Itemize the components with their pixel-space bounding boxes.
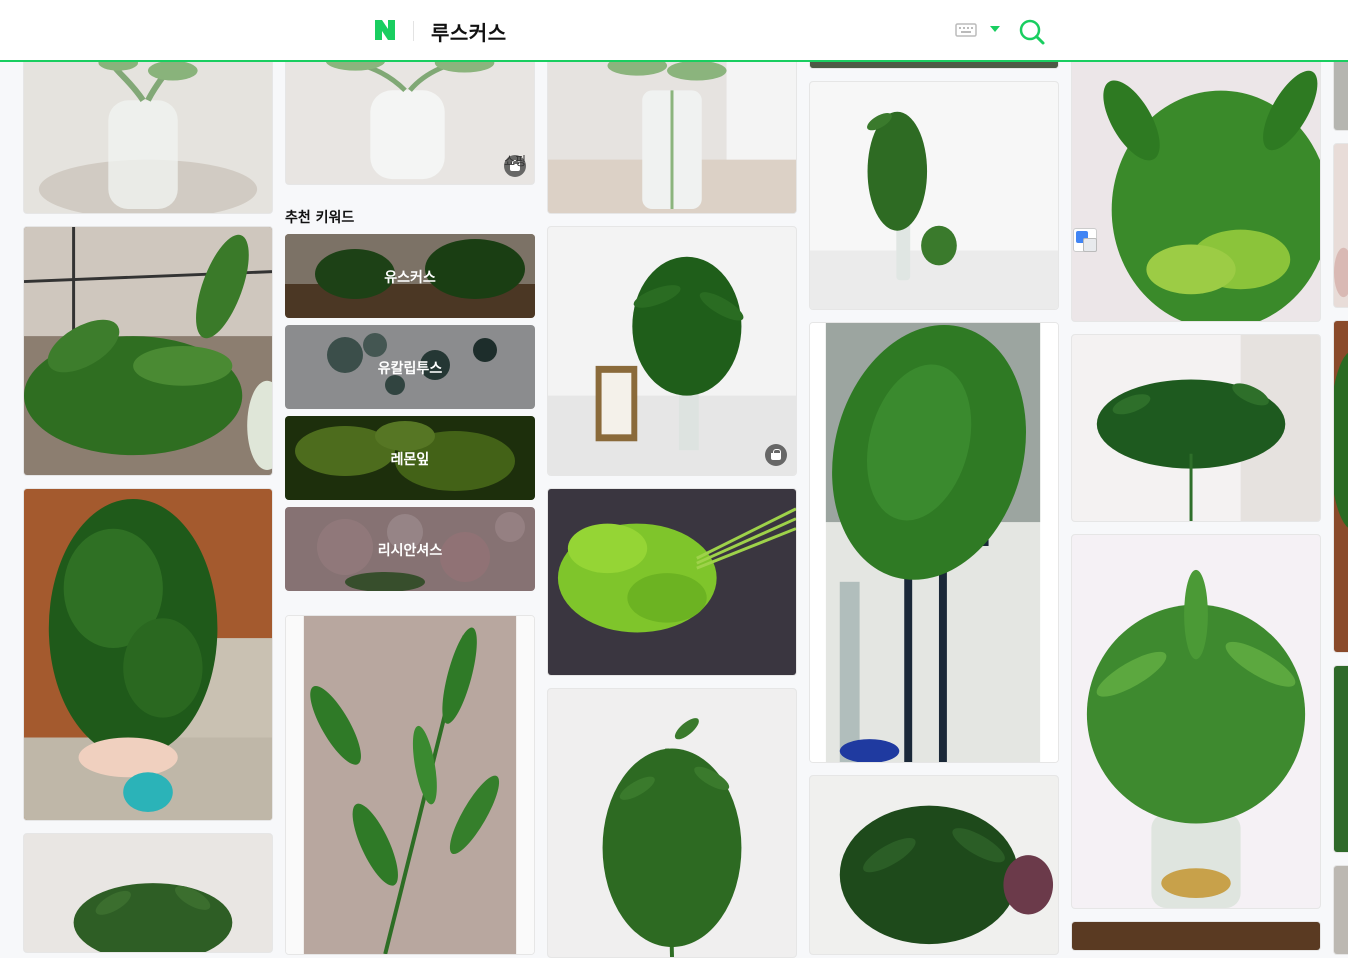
image-result[interactable] bbox=[23, 40, 273, 214]
image-result[interactable] bbox=[285, 615, 535, 955]
keyboard-icon[interactable] bbox=[955, 22, 977, 38]
image-result[interactable] bbox=[1333, 865, 1348, 955]
image-result[interactable] bbox=[547, 488, 797, 676]
image-result[interactable] bbox=[547, 40, 797, 214]
image-result[interactable] bbox=[1333, 320, 1348, 653]
keyword-card-ruscus[interactable]: 유스커스 bbox=[285, 234, 535, 318]
shopping-label: 쇼핑 bbox=[504, 154, 527, 168]
shopping-bag-icon bbox=[765, 444, 787, 466]
recommended-keywords-title: 추천 키워드 bbox=[285, 210, 355, 226]
image-result[interactable] bbox=[23, 488, 273, 821]
image-result[interactable] bbox=[547, 688, 797, 958]
keyword-card-lisianthus[interactable]: 리시안셔스 bbox=[285, 507, 535, 591]
image-result[interactable] bbox=[1333, 143, 1348, 308]
chevron-down-icon[interactable] bbox=[990, 26, 1000, 32]
keyword-card-eucalyptus[interactable]: 유칼립투스 bbox=[285, 325, 535, 409]
image-result[interactable] bbox=[809, 81, 1059, 310]
keyword-card-lemon-leaf[interactable]: 레몬잎 bbox=[285, 416, 535, 500]
image-result[interactable] bbox=[23, 833, 273, 953]
search-query[interactable]: 루스커스 bbox=[431, 17, 507, 46]
search-icon[interactable] bbox=[1018, 18, 1046, 46]
keyword-label: 유스커스 bbox=[384, 270, 436, 286]
image-result[interactable] bbox=[1333, 665, 1348, 853]
image-result[interactable] bbox=[1071, 534, 1321, 909]
image-result[interactable] bbox=[547, 226, 797, 476]
image-result[interactable] bbox=[1071, 921, 1321, 951]
translate-icon[interactable] bbox=[1073, 228, 1097, 252]
naver-logo-icon[interactable] bbox=[373, 18, 397, 42]
keyword-label: 레몬잎 bbox=[390, 452, 430, 468]
search-header: 루스커스 bbox=[0, 0, 1348, 62]
keyword-label: 유칼립투스 bbox=[377, 361, 443, 377]
keyword-label: 리시안셔스 bbox=[377, 543, 443, 559]
image-result[interactable] bbox=[1071, 334, 1321, 522]
image-result[interactable] bbox=[809, 322, 1059, 763]
image-result[interactable] bbox=[1071, 40, 1321, 322]
image-result[interactable] bbox=[809, 775, 1059, 955]
header-divider bbox=[413, 21, 414, 41]
image-result[interactable] bbox=[23, 226, 273, 476]
